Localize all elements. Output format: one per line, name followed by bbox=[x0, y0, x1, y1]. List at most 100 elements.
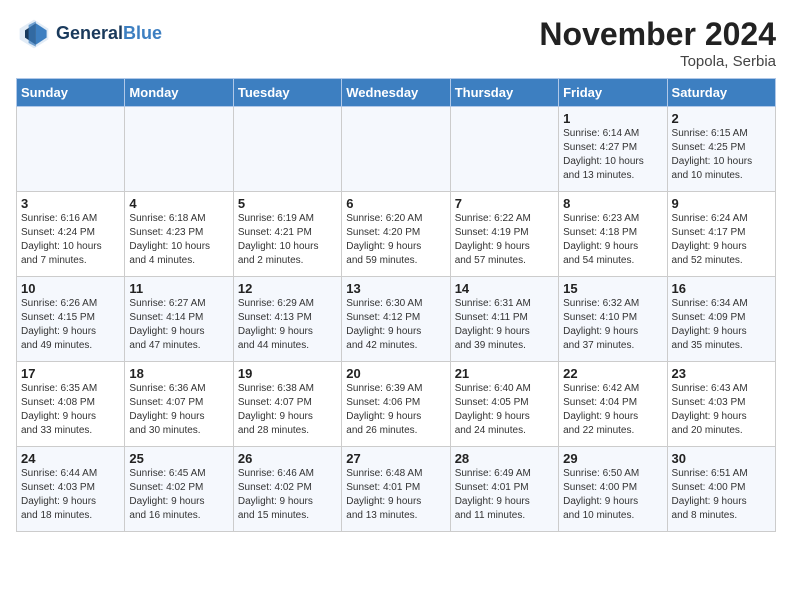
calendar-week-row: 10Sunrise: 6:26 AM Sunset: 4:15 PM Dayli… bbox=[17, 277, 776, 362]
weekday-header: Thursday bbox=[450, 79, 558, 107]
day-number: 12 bbox=[238, 281, 337, 296]
day-number: 19 bbox=[238, 366, 337, 381]
calendar-day-cell: 11Sunrise: 6:27 AM Sunset: 4:14 PM Dayli… bbox=[125, 277, 233, 362]
day-number: 7 bbox=[455, 196, 554, 211]
day-info: Sunrise: 6:18 AM Sunset: 4:23 PM Dayligh… bbox=[129, 212, 228, 268]
day-number: 2 bbox=[672, 111, 771, 126]
day-number: 13 bbox=[346, 281, 445, 296]
page-header: GeneralBlue November 2024 Topola, Serbia bbox=[16, 16, 776, 70]
weekday-header: Tuesday bbox=[233, 79, 341, 107]
calendar-day-cell: 27Sunrise: 6:48 AM Sunset: 4:01 PM Dayli… bbox=[342, 447, 450, 532]
day-number: 29 bbox=[563, 451, 662, 466]
day-info: Sunrise: 6:38 AM Sunset: 4:07 PM Dayligh… bbox=[238, 382, 337, 438]
day-info: Sunrise: 6:43 AM Sunset: 4:03 PM Dayligh… bbox=[672, 382, 771, 438]
calendar-day-cell: 6Sunrise: 6:20 AM Sunset: 4:20 PM Daylig… bbox=[342, 192, 450, 277]
day-info: Sunrise: 6:36 AM Sunset: 4:07 PM Dayligh… bbox=[129, 382, 228, 438]
calendar-day-cell: 1Sunrise: 6:14 AM Sunset: 4:27 PM Daylig… bbox=[559, 107, 667, 192]
logo-icon bbox=[16, 16, 52, 52]
day-number: 9 bbox=[672, 196, 771, 211]
day-number: 22 bbox=[563, 366, 662, 381]
calendar-day-cell: 4Sunrise: 6:18 AM Sunset: 4:23 PM Daylig… bbox=[125, 192, 233, 277]
day-number: 3 bbox=[21, 196, 120, 211]
day-info: Sunrise: 6:30 AM Sunset: 4:12 PM Dayligh… bbox=[346, 297, 445, 353]
day-number: 15 bbox=[563, 281, 662, 296]
calendar-day-cell: 22Sunrise: 6:42 AM Sunset: 4:04 PM Dayli… bbox=[559, 362, 667, 447]
calendar-day-cell: 23Sunrise: 6:43 AM Sunset: 4:03 PM Dayli… bbox=[667, 362, 775, 447]
calendar-day-cell: 24Sunrise: 6:44 AM Sunset: 4:03 PM Dayli… bbox=[17, 447, 125, 532]
location: Topola, Serbia bbox=[539, 53, 776, 70]
calendar-week-row: 24Sunrise: 6:44 AM Sunset: 4:03 PM Dayli… bbox=[17, 447, 776, 532]
calendar-table: SundayMondayTuesdayWednesdayThursdayFrid… bbox=[16, 78, 776, 532]
day-info: Sunrise: 6:29 AM Sunset: 4:13 PM Dayligh… bbox=[238, 297, 337, 353]
day-number: 17 bbox=[21, 366, 120, 381]
calendar-week-row: 3Sunrise: 6:16 AM Sunset: 4:24 PM Daylig… bbox=[17, 192, 776, 277]
calendar-day-cell: 18Sunrise: 6:36 AM Sunset: 4:07 PM Dayli… bbox=[125, 362, 233, 447]
weekday-header: Saturday bbox=[667, 79, 775, 107]
calendar-day-cell: 3Sunrise: 6:16 AM Sunset: 4:24 PM Daylig… bbox=[17, 192, 125, 277]
logo-text: GeneralBlue bbox=[56, 24, 162, 44]
day-info: Sunrise: 6:22 AM Sunset: 4:19 PM Dayligh… bbox=[455, 212, 554, 268]
weekday-header: Monday bbox=[125, 79, 233, 107]
day-info: Sunrise: 6:40 AM Sunset: 4:05 PM Dayligh… bbox=[455, 382, 554, 438]
calendar-day-cell bbox=[125, 107, 233, 192]
weekday-header: Wednesday bbox=[342, 79, 450, 107]
calendar-day-cell bbox=[450, 107, 558, 192]
day-info: Sunrise: 6:46 AM Sunset: 4:02 PM Dayligh… bbox=[238, 467, 337, 523]
day-number: 26 bbox=[238, 451, 337, 466]
calendar-day-cell bbox=[17, 107, 125, 192]
day-info: Sunrise: 6:48 AM Sunset: 4:01 PM Dayligh… bbox=[346, 467, 445, 523]
calendar-day-cell: 20Sunrise: 6:39 AM Sunset: 4:06 PM Dayli… bbox=[342, 362, 450, 447]
calendar-day-cell: 30Sunrise: 6:51 AM Sunset: 4:00 PM Dayli… bbox=[667, 447, 775, 532]
day-info: Sunrise: 6:15 AM Sunset: 4:25 PM Dayligh… bbox=[672, 127, 771, 183]
day-info: Sunrise: 6:44 AM Sunset: 4:03 PM Dayligh… bbox=[21, 467, 120, 523]
day-info: Sunrise: 6:32 AM Sunset: 4:10 PM Dayligh… bbox=[563, 297, 662, 353]
calendar-week-row: 17Sunrise: 6:35 AM Sunset: 4:08 PM Dayli… bbox=[17, 362, 776, 447]
day-info: Sunrise: 6:20 AM Sunset: 4:20 PM Dayligh… bbox=[346, 212, 445, 268]
day-number: 25 bbox=[129, 451, 228, 466]
page-container: GeneralBlue November 2024 Topola, Serbia… bbox=[0, 0, 792, 542]
calendar-day-cell: 25Sunrise: 6:45 AM Sunset: 4:02 PM Dayli… bbox=[125, 447, 233, 532]
day-number: 21 bbox=[455, 366, 554, 381]
day-info: Sunrise: 6:16 AM Sunset: 4:24 PM Dayligh… bbox=[21, 212, 120, 268]
day-info: Sunrise: 6:31 AM Sunset: 4:11 PM Dayligh… bbox=[455, 297, 554, 353]
calendar-day-cell: 9Sunrise: 6:24 AM Sunset: 4:17 PM Daylig… bbox=[667, 192, 775, 277]
day-info: Sunrise: 6:23 AM Sunset: 4:18 PM Dayligh… bbox=[563, 212, 662, 268]
calendar-day-cell bbox=[233, 107, 341, 192]
calendar-day-cell: 5Sunrise: 6:19 AM Sunset: 4:21 PM Daylig… bbox=[233, 192, 341, 277]
day-info: Sunrise: 6:45 AM Sunset: 4:02 PM Dayligh… bbox=[129, 467, 228, 523]
calendar-week-row: 1Sunrise: 6:14 AM Sunset: 4:27 PM Daylig… bbox=[17, 107, 776, 192]
calendar-day-cell: 12Sunrise: 6:29 AM Sunset: 4:13 PM Dayli… bbox=[233, 277, 341, 362]
day-info: Sunrise: 6:50 AM Sunset: 4:00 PM Dayligh… bbox=[563, 467, 662, 523]
day-info: Sunrise: 6:24 AM Sunset: 4:17 PM Dayligh… bbox=[672, 212, 771, 268]
calendar-day-cell bbox=[342, 107, 450, 192]
calendar-day-cell: 26Sunrise: 6:46 AM Sunset: 4:02 PM Dayli… bbox=[233, 447, 341, 532]
month-title: November 2024 bbox=[539, 16, 776, 53]
calendar-day-cell: 17Sunrise: 6:35 AM Sunset: 4:08 PM Dayli… bbox=[17, 362, 125, 447]
day-number: 18 bbox=[129, 366, 228, 381]
day-info: Sunrise: 6:19 AM Sunset: 4:21 PM Dayligh… bbox=[238, 212, 337, 268]
day-number: 1 bbox=[563, 111, 662, 126]
calendar-day-cell: 29Sunrise: 6:50 AM Sunset: 4:00 PM Dayli… bbox=[559, 447, 667, 532]
day-number: 6 bbox=[346, 196, 445, 211]
day-number: 14 bbox=[455, 281, 554, 296]
calendar-day-cell: 21Sunrise: 6:40 AM Sunset: 4:05 PM Dayli… bbox=[450, 362, 558, 447]
day-number: 20 bbox=[346, 366, 445, 381]
day-number: 4 bbox=[129, 196, 228, 211]
day-number: 27 bbox=[346, 451, 445, 466]
calendar-header-row: SundayMondayTuesdayWednesdayThursdayFrid… bbox=[17, 79, 776, 107]
day-info: Sunrise: 6:14 AM Sunset: 4:27 PM Dayligh… bbox=[563, 127, 662, 183]
day-info: Sunrise: 6:49 AM Sunset: 4:01 PM Dayligh… bbox=[455, 467, 554, 523]
calendar-day-cell: 8Sunrise: 6:23 AM Sunset: 4:18 PM Daylig… bbox=[559, 192, 667, 277]
weekday-header: Friday bbox=[559, 79, 667, 107]
day-info: Sunrise: 6:42 AM Sunset: 4:04 PM Dayligh… bbox=[563, 382, 662, 438]
day-info: Sunrise: 6:51 AM Sunset: 4:00 PM Dayligh… bbox=[672, 467, 771, 523]
day-number: 24 bbox=[21, 451, 120, 466]
calendar-day-cell: 10Sunrise: 6:26 AM Sunset: 4:15 PM Dayli… bbox=[17, 277, 125, 362]
day-number: 8 bbox=[563, 196, 662, 211]
day-number: 23 bbox=[672, 366, 771, 381]
day-number: 5 bbox=[238, 196, 337, 211]
calendar-day-cell: 2Sunrise: 6:15 AM Sunset: 4:25 PM Daylig… bbox=[667, 107, 775, 192]
day-number: 11 bbox=[129, 281, 228, 296]
calendar-day-cell: 15Sunrise: 6:32 AM Sunset: 4:10 PM Dayli… bbox=[559, 277, 667, 362]
day-info: Sunrise: 6:26 AM Sunset: 4:15 PM Dayligh… bbox=[21, 297, 120, 353]
